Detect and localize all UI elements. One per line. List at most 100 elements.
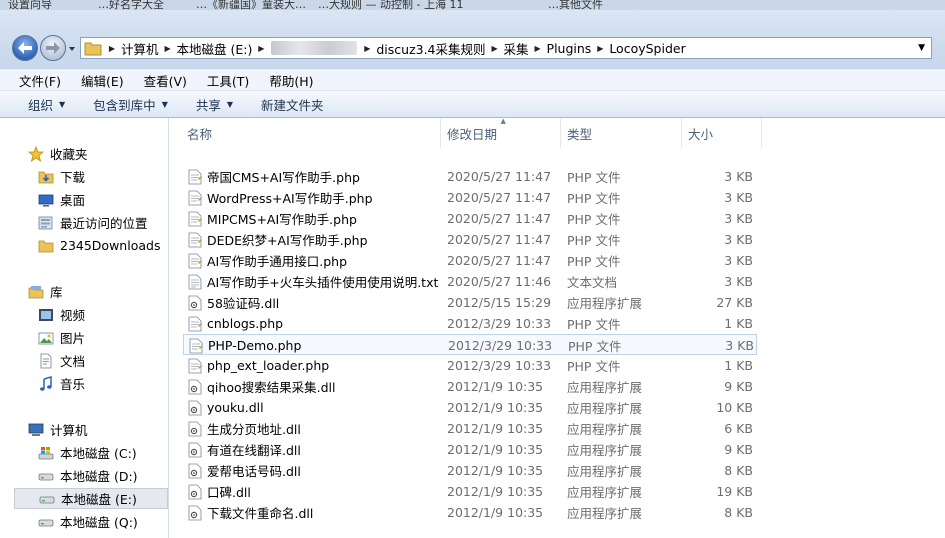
column-header-date[interactable]: ▲ 修改日期 bbox=[441, 117, 561, 148]
file-row[interactable]: 口碑.dll 2012/1/9 10:35 应用程序扩展 19 KB bbox=[183, 481, 757, 502]
file-name-cell: WordPress+AI写作助手.php bbox=[188, 187, 373, 208]
file-name-cell: cnblogs.php bbox=[188, 313, 283, 334]
file-name-cell: 帝国CMS+AI写作助手.php bbox=[188, 166, 360, 187]
file-date: 2012/1/9 10:35 bbox=[447, 379, 544, 394]
toolbar-button[interactable]: 共享 ▼ bbox=[182, 95, 247, 114]
nav-item-favorite[interactable]: 最近访问的位置 bbox=[38, 212, 190, 233]
document-icon bbox=[38, 353, 54, 369]
top-tab[interactable]: …其他文件 bbox=[548, 0, 603, 10]
breadcrumb-separator-icon[interactable]: ▶ bbox=[361, 44, 373, 53]
file-row[interactable]: 爱帮电话号码.dll 2012/1/9 10:35 应用程序扩展 8 KB bbox=[183, 460, 757, 481]
php-file-icon bbox=[188, 190, 202, 206]
dll-file-icon bbox=[188, 505, 202, 521]
file-row[interactable]: cnblogs.php 2012/3/29 10:33 PHP 文件 1 KB bbox=[183, 313, 757, 334]
file-row[interactable]: WordPress+AI写作助手.php 2020/5/27 11:47 PHP 文… bbox=[183, 187, 757, 208]
blurred-breadcrumb-item bbox=[271, 41, 358, 55]
nav-item-label: 文档 bbox=[60, 354, 86, 369]
column-header-name[interactable]: 名称 bbox=[169, 118, 441, 148]
nav-item-favorite[interactable]: 桌面 bbox=[38, 189, 190, 210]
address-history-dropdown-icon[interactable]: ▼ bbox=[918, 43, 925, 53]
nav-item-library[interactable]: 文档 bbox=[38, 350, 190, 371]
address-bar[interactable]: ▶ 计算机 ▶ 本地磁盘 (E:) ▶ ▶ discuz3.4采集规则 ▶ 采集 ▶ Plugins… bbox=[80, 37, 932, 59]
file-row[interactable]: qihoo搜索结果采集.dll 2012/1/9 10:35 应用程序扩展 9 KB bbox=[183, 376, 757, 397]
file-size: 3 KB bbox=[724, 232, 753, 247]
nav-item-drive[interactable]: 本地磁盘 (Q:) bbox=[38, 511, 190, 532]
forward-button[interactable] bbox=[40, 35, 66, 61]
column-header-date-label: 修改日期 bbox=[447, 126, 498, 142]
file-size: 8 KB bbox=[724, 463, 753, 478]
file-row[interactable]: 帝国CMS+AI写作助手.php 2020/5/27 11:47 PHP 文件 3 K… bbox=[183, 166, 757, 187]
file-name: AI写作助手+火车头插件使用使用说明.txt bbox=[207, 275, 439, 290]
breadcrumb-separator-icon[interactable]: ▶ bbox=[162, 44, 174, 53]
toolbar-button[interactable]: 包含到库中 ▼ bbox=[79, 95, 182, 114]
nav-item-drive[interactable]: 本地磁盘 (E:) bbox=[14, 488, 168, 509]
column-header-size[interactable]: 大小 bbox=[682, 118, 762, 148]
breadcrumb-separator-icon[interactable]: ▶ bbox=[532, 44, 544, 53]
library-icon bbox=[28, 284, 44, 300]
top-tab[interactable]: 设置向导 bbox=[8, 0, 52, 10]
file-row[interactable]: 58验证码.dll 2012/5/15 15:29 应用程序扩展 27 KB bbox=[183, 292, 757, 313]
drive-icon bbox=[38, 514, 54, 530]
breadcrumb-separator-icon[interactable]: ▶ bbox=[255, 44, 267, 53]
file-row[interactable]: DEDE织梦+AI写作助手.php 2020/5/27 11:47 PHP 文件 3 … bbox=[183, 229, 757, 250]
column-header-type-label: 类型 bbox=[567, 126, 593, 142]
file-row[interactable]: php_ext_loader.php 2012/3/29 10:33 PHP 文件 1… bbox=[183, 355, 757, 376]
menu-item[interactable]: 编辑(E) bbox=[68, 71, 131, 90]
nav-computer[interactable]: 计算机 bbox=[28, 419, 180, 440]
nav-item-favorite[interactable]: 2345Downloads bbox=[38, 235, 190, 256]
file-row[interactable]: 生成分页地址.dll 2012/1/9 10:35 应用程序扩展 6 KB bbox=[183, 418, 757, 439]
file-type: 应用程序扩展 bbox=[567, 380, 643, 395]
music-icon bbox=[38, 375, 54, 392]
menu-item[interactable]: 文件(F) bbox=[0, 71, 68, 90]
toolbar-button-label: 共享 bbox=[195, 97, 221, 113]
file-row[interactable]: youku.dll 2012/1/9 10:35 应用程序扩展 10 KB bbox=[183, 397, 757, 418]
file-row[interactable]: PHP-Demo.php 2012/3/29 10:33 PHP 文件 3 KB bbox=[183, 334, 757, 355]
nav-item-favorite[interactable]: 下载 bbox=[38, 166, 190, 187]
file-row[interactable]: 有道在线翻译.dll 2012/1/9 10:35 应用程序扩展 9 KB bbox=[183, 439, 757, 460]
file-type: PHP 文件 bbox=[567, 317, 621, 332]
folder-icon bbox=[84, 42, 102, 56]
command-bar: 组织 ▼ 包含到库中 ▼ 共享 ▼ 新建文件夹 bbox=[0, 91, 945, 118]
recent-pages-dropdown-icon[interactable] bbox=[67, 44, 77, 54]
nav-item-library[interactable]: 图片 bbox=[38, 327, 190, 348]
menu-item[interactable]: 帮助(H) bbox=[256, 71, 320, 90]
breadcrumb-separator-icon[interactable]: ▶ bbox=[594, 44, 606, 53]
file-row[interactable]: 下载文件重命名.dll 2012/1/9 10:35 应用程序扩展 8 KB bbox=[183, 502, 757, 523]
top-tab[interactable]: …《新疆国》童装大… bbox=[196, 0, 306, 10]
toolbar-button[interactable]: 新建文件夹 bbox=[247, 95, 338, 114]
back-button[interactable] bbox=[12, 35, 38, 61]
toolbar-button[interactable]: 组织 ▼ bbox=[0, 95, 79, 114]
file-row[interactable]: AI写作助手通用接口.php 2020/5/27 11:47 PHP 文件 3 KB bbox=[183, 250, 757, 271]
nav-item-label: 下载 bbox=[60, 170, 86, 185]
file-type: PHP 文件 bbox=[567, 170, 621, 185]
breadcrumb-item[interactable]: 本地磁盘 (E:) bbox=[174, 39, 256, 58]
breadcrumb-item[interactable]: 计算机 bbox=[118, 39, 162, 58]
nav-item-library[interactable]: 视频 bbox=[38, 304, 190, 325]
nav-item-library[interactable]: 音乐 bbox=[38, 373, 190, 394]
file-row[interactable]: MIPCMS+AI写作助手.php 2020/5/27 11:47 PHP 文件 3 … bbox=[183, 208, 757, 229]
breadcrumb-separator-icon[interactable]: ▶ bbox=[489, 44, 501, 53]
nav-libraries[interactable]: 库 bbox=[28, 281, 180, 302]
breadcrumb-item[interactable]: LocoySpider bbox=[606, 41, 688, 56]
nav-item-drive[interactable]: 本地磁盘 (D:) bbox=[38, 465, 190, 486]
top-tab[interactable]: …大规则 — 动控制 - 上海 11 bbox=[318, 0, 463, 10]
file-date: 2012/3/29 10:33 bbox=[447, 358, 552, 373]
file-row[interactable]: AI写作助手+火车头插件使用使用说明.txt 2020/5/27 11:46 文本文… bbox=[183, 271, 757, 292]
dll-file-icon bbox=[188, 484, 202, 500]
breadcrumb-item[interactable]: Plugins bbox=[544, 41, 595, 56]
breadcrumb-item[interactable]: discuz3.4采集规则 bbox=[373, 39, 488, 58]
nav-favorites[interactable]: 收藏夹 bbox=[28, 143, 180, 164]
nav-item-drive[interactable]: 本地磁盘 (C:) bbox=[38, 442, 190, 463]
breadcrumb-item[interactable]: 采集 bbox=[501, 39, 532, 58]
drive-icon bbox=[39, 491, 55, 507]
computer-icon bbox=[28, 422, 44, 438]
menu-item[interactable]: 工具(T) bbox=[194, 71, 256, 90]
file-size: 1 KB bbox=[724, 316, 753, 331]
menu-item[interactable]: 查看(V) bbox=[131, 71, 194, 90]
file-name: cnblogs.php bbox=[207, 316, 284, 331]
file-name: 有道在线翻译.dll bbox=[207, 443, 301, 458]
folder-icon bbox=[38, 238, 54, 254]
breadcrumb-separator-icon[interactable]: ▶ bbox=[106, 44, 118, 53]
top-tab[interactable]: …好名字大全 bbox=[98, 0, 164, 10]
column-header-type[interactable]: 类型 bbox=[561, 118, 682, 148]
